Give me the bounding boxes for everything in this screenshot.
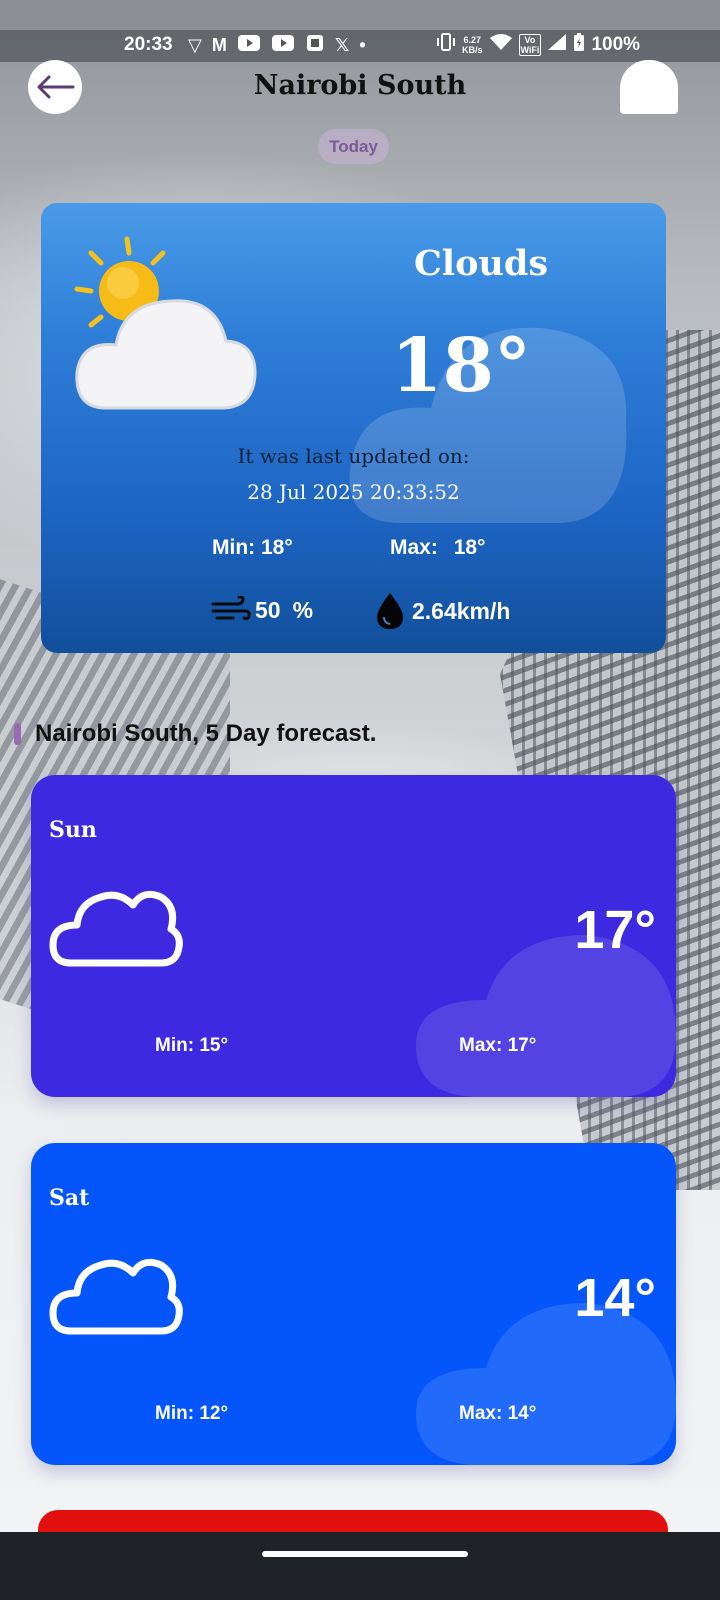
min-value: 18° [261,536,293,559]
volte-label: Vo [524,35,536,45]
dot-icon: • [359,35,366,55]
current-weather-card: Clouds 18° It was last updated on: 28 Ju… [41,203,666,653]
x-icon: 𝕏 [334,35,350,55]
today-max: Max: 18° [390,536,485,560]
forecast-accent-bar [14,723,21,745]
network-speed: 6.27 KB/s [462,35,483,55]
top-strip [0,0,720,30]
youtube-icon [237,34,261,57]
vibrate-icon [436,33,456,57]
battery-percent: 100% [591,34,641,55]
wind-icon [211,596,251,621]
forecast-header: Nairobi South, 5 Day forecast. [14,720,376,748]
max-label: Max: [390,536,438,559]
forecast-min: Min: 15° [155,1035,229,1056]
min-label: Min: [212,536,256,559]
wifi-icon [489,33,513,57]
status-system-icons: 6.27 KB/s Vo WiFi 100% [436,32,640,58]
youtube-icon [271,34,295,57]
gmail-icon: M [211,35,227,55]
forecast-min: Min: 12° [155,1403,229,1424]
wind-unit: % [292,596,314,623]
status-bar: 20:33 ▽ M 𝕏 • 6.27 KB/s Vo WiFi 100% [0,30,720,62]
action-button[interactable] [620,60,678,114]
forecast-temperature: 14° [574,1268,656,1328]
water-drop-icon [376,593,404,629]
speed-unit: KB/s [462,45,483,55]
forecast-temperature: 17° [574,900,656,960]
cloud-outline-icon [49,1258,183,1335]
forecast-day: Sat [49,1185,90,1211]
status-time: 20:33 [124,34,173,55]
speed-value: 6.27 [463,35,482,45]
battery-icon [573,32,585,58]
wind-value: 50 [255,596,281,623]
last-updated-label: It was last updated on: [237,444,470,468]
forecast-title: Nairobi South, 5 Day forecast. [35,720,377,747]
app-icon [305,33,325,58]
cloud-outline-icon [49,890,183,967]
today-chip[interactable]: Today [318,129,389,164]
current-temperature: 18° [391,323,531,409]
home-gesture-handle[interactable] [262,1551,468,1557]
volte-wifi-label: WiFi [520,45,540,55]
vpn-icon: ▽ [188,35,202,55]
last-updated-time: 28 Jul 2025 20:33:52 [247,480,460,504]
volte-badge: Vo WiFi [518,34,542,56]
today-min: Min: 18° [212,536,293,560]
forecast-max: Max: 17° [459,1035,537,1056]
humidity-value: 2.64km/h [412,597,511,624]
forecast-card[interactable]: Sun 17° Min: 15° Max: 17° [31,775,676,1097]
signal-icon [547,33,567,57]
page-title: Nairobi South [253,70,467,101]
wind-info: 50 % [211,596,313,624]
weather-condition: Clouds [413,243,549,284]
forecast-card[interactable]: Sat 14° Min: 12° Max: 14° [31,1143,676,1465]
max-value: 18° [453,536,486,559]
sun-behind-cloud-icon [74,236,257,410]
humidity-info: 2.64km/h [374,591,510,631]
forecast-day: Sun [49,817,97,843]
navigation-bar [0,1532,720,1600]
forecast-max: Max: 14° [459,1403,537,1424]
status-notification-icons: ▽ M 𝕏 • [188,33,366,58]
